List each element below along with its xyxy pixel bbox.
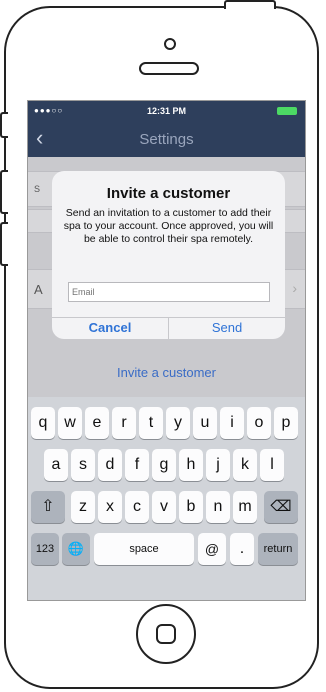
navigation-bar: ‹ Settings [28, 121, 305, 157]
period-key[interactable]: . [230, 533, 254, 565]
key-i[interactable]: i [220, 407, 244, 439]
key-g[interactable]: g [152, 449, 176, 481]
invite-dialog: Invite a customer Send an invitation to … [52, 171, 285, 339]
key-y[interactable]: y [166, 407, 190, 439]
shift-key[interactable]: ⇧ [31, 491, 65, 523]
keyboard: q w e r t y u i o p a s d f g h j k l ⇧ … [28, 397, 305, 600]
numbers-key[interactable]: 123 [31, 533, 59, 565]
status-time: 12:31 PM [146, 106, 187, 116]
volume-down-button [0, 222, 8, 266]
key-x[interactable]: x [98, 491, 122, 523]
key-z[interactable]: z [71, 491, 95, 523]
dialog-message: Send an invitation to a customer to add … [63, 207, 274, 245]
key-b[interactable]: b [179, 491, 203, 523]
at-key[interactable]: @ [198, 533, 226, 565]
key-h[interactable]: h [179, 449, 203, 481]
key-e[interactable]: e [85, 407, 109, 439]
chevron-right-icon: › [292, 280, 297, 296]
key-w[interactable]: w [58, 407, 82, 439]
phone-screen: ●●●○○ 12:31 PM ‹ Settings S A › Invite a … [27, 100, 306, 601]
globe-icon[interactable]: 🌐 [62, 533, 90, 565]
invite-customer-link[interactable]: Invite a customer [28, 365, 305, 380]
dialog-title: Invite a customer [106, 185, 231, 202]
key-j[interactable]: j [206, 449, 230, 481]
cancel-button[interactable]: Cancel [52, 317, 168, 339]
row-label: S [34, 184, 41, 194]
key-d[interactable]: d [98, 449, 122, 481]
mute-switch [0, 112, 8, 138]
key-s[interactable]: s [71, 449, 95, 481]
earpiece-speaker [139, 62, 199, 75]
email-input[interactable] [68, 282, 270, 302]
key-v[interactable]: v [152, 491, 176, 523]
battery-icon [277, 107, 297, 115]
home-button[interactable] [136, 604, 196, 664]
row-label: A [34, 282, 43, 297]
key-o[interactable]: o [247, 407, 271, 439]
status-bar: ●●●○○ 12:31 PM [28, 101, 305, 121]
key-l[interactable]: l [260, 449, 284, 481]
key-p[interactable]: p [274, 407, 298, 439]
send-button[interactable]: Send [169, 317, 285, 339]
key-u[interactable]: u [193, 407, 217, 439]
key-n[interactable]: n [206, 491, 230, 523]
key-a[interactable]: a [44, 449, 68, 481]
return-key[interactable]: return [258, 533, 298, 565]
volume-up-button [0, 170, 8, 214]
key-f[interactable]: f [125, 449, 149, 481]
key-k[interactable]: k [233, 449, 257, 481]
front-camera [164, 38, 176, 50]
key-c[interactable]: c [125, 491, 149, 523]
key-r[interactable]: r [112, 407, 136, 439]
delete-key[interactable]: ⌫ [264, 491, 298, 523]
power-button [224, 0, 276, 9]
key-t[interactable]: t [139, 407, 163, 439]
key-q[interactable]: q [31, 407, 55, 439]
key-m[interactable]: m [233, 491, 257, 523]
space-key[interactable]: space [94, 533, 194, 565]
home-square-icon [156, 624, 176, 644]
page-title: Settings [139, 131, 194, 148]
